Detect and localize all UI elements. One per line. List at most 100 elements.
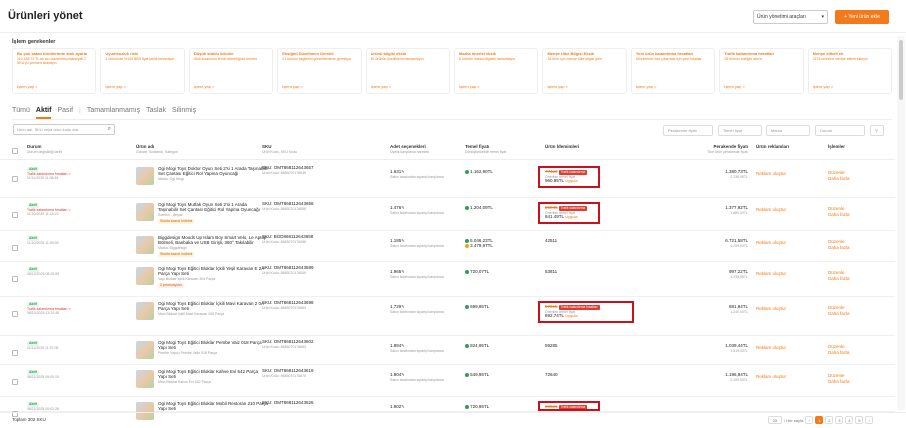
row-checkbox[interactable] xyxy=(12,311,18,317)
tab-deleted[interactable]: Silinmiş xyxy=(172,107,196,119)
edit-link[interactable]: Düzenle xyxy=(828,170,845,175)
edit-icon[interactable]: ✎ xyxy=(401,269,404,274)
more-link[interactable]: Daha fazla xyxy=(828,276,850,281)
table-row[interactable]: Aktif 08/11/2025 09:02:28 Ogi Mogi Toys Eğ… xyxy=(0,397,895,420)
product-thumbnail[interactable] xyxy=(136,370,154,388)
create-ad-link[interactable]: Reklam oluştur xyxy=(756,171,786,177)
page-size-select[interactable]: 25 xyxy=(768,416,782,424)
more-link[interactable]: Daha fazla xyxy=(828,350,850,355)
task-action-link[interactable]: İşlem yap > xyxy=(105,84,126,89)
price-value[interactable]: 1.204,09TL xyxy=(470,205,493,210)
page-5[interactable]: 5 xyxy=(855,416,864,424)
more-link[interactable]: Daha fazla xyxy=(828,379,850,384)
brand-filter[interactable]: Marka xyxy=(766,125,810,136)
product-name-link[interactable]: Ogi Mogi Toys Mutfak Oyun Seti 2'si 1 Ar… xyxy=(158,202,260,212)
edit-link[interactable]: Düzenle xyxy=(828,305,845,310)
edit-icon[interactable]: ✎ xyxy=(401,238,404,243)
task-card[interactable]: Düşük stoklu ürünler Stok kodunuzu temin … xyxy=(188,48,274,94)
stock-value[interactable]: 1.904 xyxy=(390,372,401,377)
edit-link[interactable]: Düzenle xyxy=(828,270,845,275)
filter-icon[interactable]: ⚲ xyxy=(870,125,884,136)
task-card[interactable]: Menşe Ülke Bilgisi Eksik 34 ürün için men… xyxy=(542,48,627,94)
create-ad-link[interactable]: Reklam oluştur xyxy=(756,207,786,213)
product-thumbnail[interactable] xyxy=(136,236,154,254)
create-ad-link[interactable]: Reklam oluştur xyxy=(756,271,786,277)
table-row[interactable]: Aktif 08/11/2025 09:00:10 Ogi Mogi Toys Eğ… xyxy=(0,365,895,397)
edit-icon[interactable]: ✎ xyxy=(401,343,404,348)
task-card[interactable]: Menşe etiketi ek 2176 ürününe menşe etike… xyxy=(807,48,893,94)
product-name-link[interactable]: Ogi Mogi Toys Eğitici Bloklar Mobil Rest… xyxy=(158,401,268,411)
row-checkbox[interactable] xyxy=(12,245,18,251)
table-row[interactable]: Aktif Trafik kalandırma fırsatları >11/11… xyxy=(0,162,895,198)
product-name-link[interactable]: Biggdesign Moods Up Islam Boy Smart Velo… xyxy=(158,235,267,245)
tab-passive[interactable]: Pasif xyxy=(57,107,73,119)
row-checkbox[interactable] xyxy=(12,212,18,218)
task-card[interactable]: Uyumsuzluk riski 1 ürününde %100 BBS fiya… xyxy=(100,48,185,94)
page-4[interactable]: 4 xyxy=(845,416,854,424)
task-card[interactable]: Ürünü bilgisi eksik 81 ürünün özellikleri… xyxy=(365,48,451,94)
more-link[interactable]: Daha fazla xyxy=(828,176,850,181)
product-name-link[interactable]: Ogi Mogi Toys Eğitici Bloklar İçkili Mav… xyxy=(158,301,264,311)
page-3[interactable]: 3 xyxy=(835,416,844,424)
product-tools-select[interactable]: Ürün yönetimi araçları ▾ xyxy=(753,10,828,24)
task-card[interactable]: Eksiğini Düzeltmen Gerekli 21 ürünün bilg… xyxy=(277,48,362,94)
vertical-scrollbar[interactable] xyxy=(897,36,905,410)
product-thumbnail[interactable] xyxy=(136,341,154,359)
table-row[interactable]: Aktif 11/10/2025 11:00:09 Biggdesign Moods… xyxy=(0,231,895,262)
task-action-link[interactable]: İşlem yap > xyxy=(194,84,215,89)
task-card[interactable]: Bu çok satan ürünlerinde stok ayarla 110.… xyxy=(12,48,97,94)
stock-value[interactable]: 1.965 xyxy=(390,269,401,274)
tab-all[interactable]: Tümü xyxy=(12,107,30,119)
edit-link[interactable]: Düzenle xyxy=(828,239,845,244)
row-checkbox[interactable] xyxy=(12,379,18,385)
task-card[interactable]: Marka önerisi eksik 8 ürünün marka bilgis… xyxy=(454,48,539,94)
edit-icon[interactable]: ✎ xyxy=(401,169,404,174)
stock-value[interactable]: 1.476 xyxy=(390,205,401,210)
task-action-link[interactable]: İşlem yap > xyxy=(459,84,480,89)
next-page-icon[interactable]: › xyxy=(865,416,874,424)
more-link[interactable]: Daha fazla xyxy=(828,245,850,250)
tab-incomplete[interactable]: Tamamlanmamış xyxy=(87,107,140,119)
product-name-link[interactable]: Ogi Mogi Toys Eğitici Bloklar Pembe Vaiz… xyxy=(158,340,262,350)
task-action-link[interactable]: İşlem yap > xyxy=(724,84,745,89)
row-checkbox[interactable] xyxy=(12,276,18,282)
task-action-link[interactable]: İşlem yap > xyxy=(282,84,303,89)
add-product-button[interactable]: + Yeni ürün ekle xyxy=(835,10,889,24)
edit-icon[interactable]: ✎ xyxy=(401,205,404,210)
table-row[interactable]: Aktif 08/13/2025 08:20:55 Ogi Mogi Toys Eğ… xyxy=(0,262,895,297)
stock-value[interactable]: 1.894 xyxy=(390,343,401,348)
product-name-link[interactable]: Ogi Mogi Toys Eğitici Bloklar Kahve Evi … xyxy=(158,369,258,379)
edit-icon[interactable]: ✎ xyxy=(401,404,404,409)
stock-value[interactable]: 1.185 xyxy=(390,238,401,243)
price-value[interactable]: 549,95TL xyxy=(470,372,489,377)
tab-draft[interactable]: Taslak xyxy=(146,107,166,119)
retail-price-filter[interactable]: Perakende fiyatı xyxy=(663,125,713,136)
product-thumbnail[interactable] xyxy=(136,203,154,221)
stock-value[interactable]: 1.729 xyxy=(390,304,401,309)
task-action-link[interactable]: İşlem yap > xyxy=(813,84,834,89)
price-value[interactable]: 720,95TL xyxy=(470,404,489,409)
table-row[interactable]: Aktif Trafik kalandırma fırsatları >08/10… xyxy=(0,297,895,336)
price-value[interactable]: 824,95TL xyxy=(470,343,489,348)
create-ad-link[interactable]: Reklam oluştur xyxy=(756,345,786,351)
price-value[interactable]: 720,07TL xyxy=(470,269,489,274)
search-input[interactable]: Ürün adı, SKU veya ürün kodu ara ⌕ xyxy=(13,124,115,135)
stock-value[interactable]: 1.902 xyxy=(390,404,401,409)
task-action-link[interactable]: İşlem yap > xyxy=(547,84,568,89)
row-checkbox[interactable] xyxy=(12,176,18,182)
page-1[interactable]: 1 xyxy=(815,416,824,424)
stock-value[interactable]: 1.631 xyxy=(390,169,401,174)
more-link[interactable]: Daha fazla xyxy=(828,311,850,316)
product-thumbnail[interactable] xyxy=(136,302,154,320)
table-row[interactable]: Aktif 11/11/2025 11:37:05 Ogi Mogi Toys Eğ… xyxy=(0,336,895,365)
task-card[interactable]: Yeni ürün kalandırma fırsatları Ürünlerin… xyxy=(630,48,716,94)
row-checkbox[interactable] xyxy=(12,350,18,356)
create-ad-link[interactable]: Reklam oluştur xyxy=(756,374,786,380)
page-2[interactable]: 2 xyxy=(825,416,834,424)
price-value[interactable]: 699,95TL xyxy=(470,304,489,309)
product-name-link[interactable]: Ogi Mogi Toys Doktor Oyun Seti 2'si 1 Ar… xyxy=(158,166,268,176)
more-link[interactable]: Daha fazla xyxy=(828,212,850,217)
table-row[interactable]: Aktif Trafik kalandırma fırsatları >11/10… xyxy=(0,198,895,231)
edit-icon[interactable]: ✎ xyxy=(401,304,404,309)
edit-link[interactable]: Düzenle xyxy=(828,344,845,349)
